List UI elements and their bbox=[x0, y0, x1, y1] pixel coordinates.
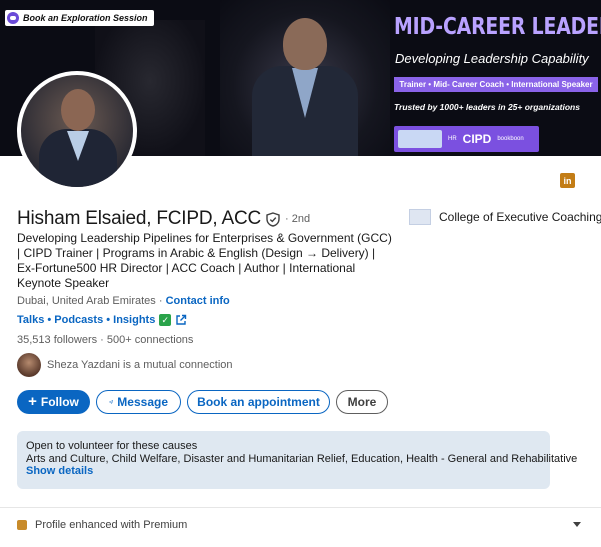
book-exploration-label: Book an Exploration Session bbox=[23, 13, 148, 23]
volunteer-box: Open to volunteer for these causes Arts … bbox=[17, 431, 578, 489]
premium-label: Profile enhanced with Premium bbox=[35, 519, 188, 531]
message-button[interactable]: Message bbox=[96, 390, 181, 414]
location-row: Dubai, United Arab Emirates · Contact in… bbox=[17, 295, 230, 307]
logo-hr: HR bbox=[448, 135, 457, 142]
banner-tags: Trainer • Mid- Career Coach • Internatio… bbox=[394, 77, 598, 92]
plus-icon: + bbox=[28, 393, 37, 410]
profile-name: Hisham Elsaied, FCIPD, ACC bbox=[17, 208, 261, 229]
name-row: Hisham Elsaied, FCIPD, ACC · 2nd bbox=[17, 208, 310, 230]
linkedin-premium-icon[interactable]: in bbox=[560, 173, 575, 188]
connection-degree: · 2nd bbox=[284, 213, 311, 225]
profile-card: Book an Exploration Session MID-CAREER L… bbox=[0, 0, 601, 547]
chevron-down-icon[interactable] bbox=[573, 522, 581, 527]
profile-location: Dubai, United Arab Emirates bbox=[17, 295, 156, 307]
more-label: More bbox=[347, 395, 377, 409]
custom-links[interactable]: Talks • Podcasts • Insights bbox=[17, 314, 155, 326]
send-icon bbox=[109, 400, 114, 404]
company-name: College of Executive Coaching bbox=[439, 210, 601, 224]
contact-info-link[interactable]: Contact info bbox=[166, 295, 230, 307]
custom-links-row[interactable]: Talks • Podcasts • Insights ✓ bbox=[17, 314, 187, 326]
external-link-icon[interactable] bbox=[175, 314, 187, 326]
verified-shield-icon[interactable] bbox=[266, 211, 280, 227]
stats-row: 35,513 followers · 500+ connections bbox=[17, 334, 193, 346]
volunteer-title: Open to volunteer for these causes bbox=[26, 440, 198, 452]
action-buttons: + Follow Message Book an appointment Mor… bbox=[17, 390, 388, 414]
book-exploration-button[interactable]: Book an Exploration Session bbox=[5, 10, 154, 26]
banner-trust-text: Trusted by 1000+ leaders in 25+ organiza… bbox=[394, 102, 580, 112]
banner-title: MID-CAREER LEADERS bbox=[394, 14, 601, 40]
banner-subtitle: Developing Leadership Capability bbox=[395, 51, 589, 66]
location-separator: · bbox=[155, 295, 166, 307]
company-logo-icon bbox=[409, 209, 431, 225]
avatar-head bbox=[61, 89, 95, 131]
profile-headline: Developing Leadership Pipelines for Ente… bbox=[17, 231, 392, 290]
current-company[interactable]: College of Executive Coaching bbox=[409, 209, 601, 225]
message-label: Message bbox=[117, 395, 168, 409]
premium-icon bbox=[17, 520, 27, 530]
banner-logo-strip: HR CIPD bookboon bbox=[394, 126, 539, 152]
divider bbox=[0, 507, 601, 508]
mutual-suffix: is a mutual connection bbox=[119, 359, 233, 371]
book-appointment-button[interactable]: Book an appointment bbox=[187, 390, 330, 414]
banner-person-head bbox=[283, 18, 327, 70]
volunteer-causes: Arts and Culture, Child Welfare, Disaste… bbox=[26, 453, 578, 465]
logo-cipd: CIPD bbox=[462, 132, 492, 146]
profile-avatar[interactable] bbox=[17, 71, 137, 191]
premium-row[interactable]: Profile enhanced with Premium bbox=[17, 519, 187, 531]
follow-button[interactable]: + Follow bbox=[17, 390, 90, 414]
connections-count: 500+ connections bbox=[106, 334, 194, 346]
logo-bookboon: bookboon bbox=[497, 135, 524, 142]
more-button[interactable]: More bbox=[336, 390, 388, 414]
appointment-label: Book an appointment bbox=[197, 395, 320, 409]
followers-count: 35,513 followers bbox=[17, 334, 98, 346]
check-box-icon: ✓ bbox=[159, 314, 172, 326]
follow-label: Follow bbox=[40, 395, 79, 409]
stats-separator: · bbox=[97, 334, 107, 346]
mutual-connection-row[interactable]: Sheza Yazdani is a mutual connection bbox=[17, 353, 233, 377]
mutual-avatar bbox=[17, 353, 41, 377]
mutual-name: Sheza Yazdani bbox=[47, 359, 120, 371]
show-details-link[interactable]: Show details bbox=[26, 465, 541, 477]
chat-bubble-icon bbox=[7, 12, 19, 24]
logo-coaching-icon bbox=[398, 130, 442, 148]
